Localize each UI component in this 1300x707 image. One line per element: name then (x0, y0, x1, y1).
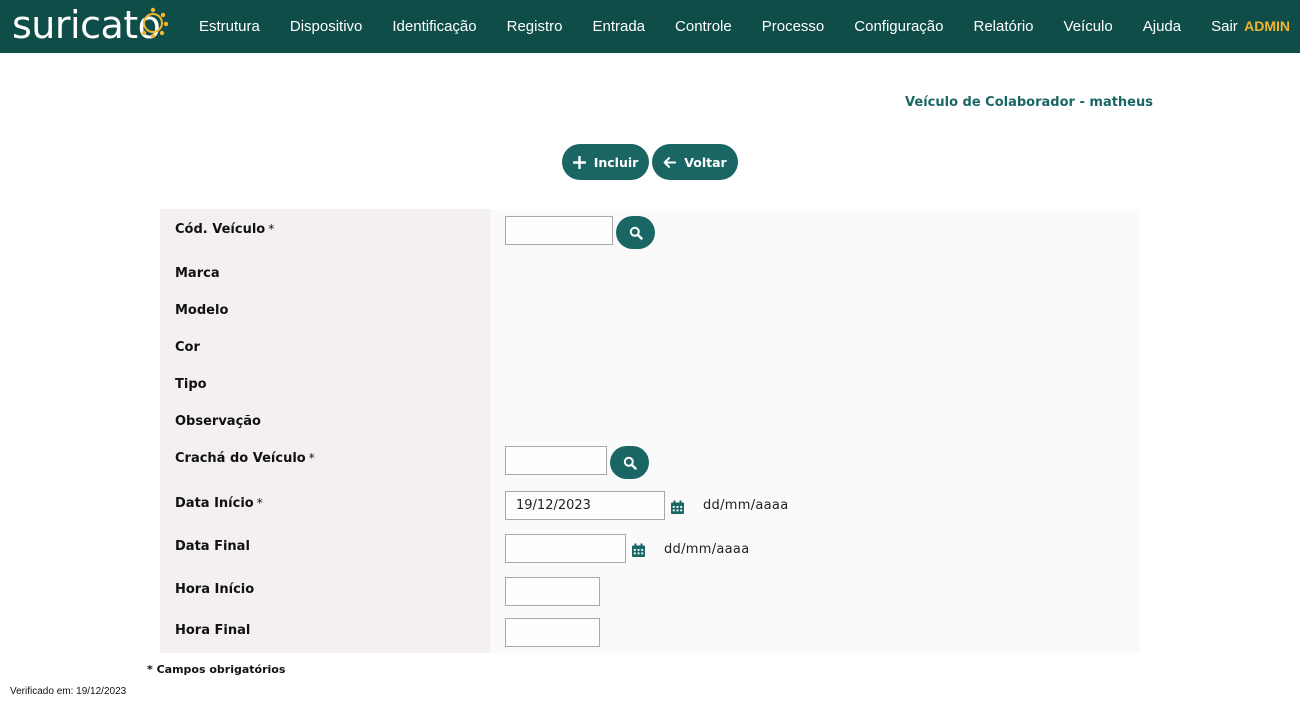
hora-inicio-input[interactable] (505, 577, 600, 606)
menu-entrada[interactable]: Entrada (577, 0, 660, 53)
data-inicio-label: Data Início * (175, 496, 263, 511)
calendar-icon[interactable] (631, 543, 646, 558)
cracha-veiculo-label: Crachá do Veículo * (175, 451, 315, 466)
cod-veiculo-search-button[interactable] (616, 216, 655, 249)
menu-relatorio[interactable]: Relatório (959, 0, 1049, 53)
data-final-label: Data Final (175, 539, 250, 554)
search-icon (623, 456, 637, 470)
marca-label: Marca (175, 266, 220, 281)
hora-final-label: Hora Final (175, 623, 251, 638)
modelo-label: Modelo (175, 303, 229, 318)
menu-estrutura[interactable]: Estrutura (184, 0, 275, 53)
logo-dots-icon (141, 7, 169, 39)
menu-processo[interactable]: Processo (747, 0, 840, 53)
data-final-format-hint: dd/mm/aaaa (664, 542, 750, 557)
arrow-left-icon (663, 156, 677, 168)
cracha-veiculo-search-button[interactable] (610, 446, 649, 479)
cod-veiculo-input[interactable] (505, 216, 613, 245)
top-navigation-bar: suricato Estrutura Dispositivo Identific… (0, 0, 1300, 53)
tipo-label: Tipo (175, 377, 207, 392)
menu-dispositivo[interactable]: Dispositivo (275, 0, 378, 53)
hora-final-input[interactable] (505, 618, 600, 647)
required-fields-note: * Campos obrigatórios (147, 663, 286, 676)
required-mark: * (256, 496, 263, 510)
menu-registro[interactable]: Registro (492, 0, 578, 53)
main-menu: Estrutura Dispositivo Identificação Regi… (184, 0, 1253, 53)
menu-veiculo[interactable]: Veículo (1049, 0, 1128, 53)
menu-controle[interactable]: Controle (660, 0, 747, 53)
voltar-label: Voltar (684, 154, 727, 170)
user-label[interactable]: ADMIN (1244, 0, 1290, 53)
verified-date: Verificado em: 19/12/2023 (10, 686, 127, 697)
calendar-icon[interactable] (670, 500, 685, 515)
data-inicio-format-hint: dd/mm/aaaa (703, 498, 789, 513)
cracha-veiculo-input[interactable] (505, 446, 607, 475)
page-title: Veículo de Colaborador - matheus (905, 95, 1153, 110)
incluir-label: Incluir (593, 154, 639, 170)
voltar-button[interactable]: Voltar (652, 144, 738, 180)
menu-ajuda[interactable]: Ajuda (1128, 0, 1196, 53)
data-inicio-input[interactable] (505, 491, 665, 520)
required-mark: * (268, 222, 275, 236)
required-mark: * (308, 451, 315, 465)
cor-label: Cor (175, 340, 200, 355)
menu-identificacao[interactable]: Identificação (377, 0, 491, 53)
observacao-label: Observação (175, 414, 261, 429)
search-icon (629, 226, 643, 240)
hora-inicio-label: Hora Início (175, 582, 255, 597)
menu-configuracao[interactable]: Configuração (839, 0, 958, 53)
incluir-button[interactable]: Incluir (562, 144, 649, 180)
cod-veiculo-label: Cód. Veículo * (175, 222, 275, 237)
data-final-input[interactable] (505, 534, 626, 563)
plus-icon (572, 155, 586, 169)
